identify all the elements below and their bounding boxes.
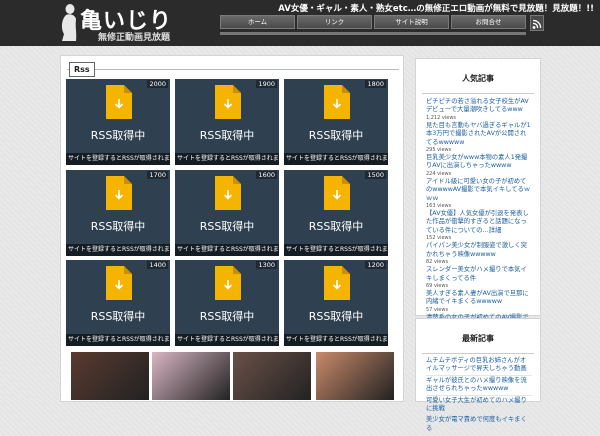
logo-subtitle: 無修正動画見放題	[98, 33, 171, 43]
rss-card[interactable]: 1600 RSS取得中サイトを登録するとRSSが取得されま...	[175, 170, 279, 256]
card-caption: サイトを登録するとRSSが取得されま...	[175, 153, 279, 165]
nav-contact[interactable]: お問合せ	[451, 15, 526, 29]
card-caption: サイトを登録するとRSSが取得されま...	[66, 334, 170, 346]
google-doc-file-icon	[106, 266, 132, 300]
card-count-badge: 2000	[147, 80, 168, 88]
recent-posts-header: 最新記事	[422, 325, 534, 354]
popular-post-item: パイパン美少女が制服姿で激しく突かれちゃう映像wwwww 82 views	[426, 242, 532, 265]
recent-posts-list: ムチムチボディの巨乳お姉さんがオイルマッサージで昇天しちゃう動画 ギャルが彼氏との…	[426, 357, 532, 436]
recent-post-link[interactable]: ギャルが彼氏とのハメ撮り映像を流出させられちゃったwwwww	[426, 377, 532, 396]
card-count-badge: 1800	[365, 80, 386, 88]
card-caption: サイトを登録するとRSSが取得されま...	[284, 334, 388, 346]
rss-card[interactable]: 1800 RSS取得中サイトを登録するとRSSが取得されま...	[284, 79, 388, 165]
popular-posts-widget: 人気記事 ピチピチの若さ溢れる女子校生がAVデビューで大量潮吹きしてるwww 1,…	[415, 58, 541, 377]
popular-post-item: 見た目も言動もヤバ過ぎるギャルが1本3万円で撮影されたAVが公開されてるwwww…	[426, 122, 532, 153]
card-count-badge: 1300	[256, 261, 277, 269]
recent-posts-title: 最新記事	[462, 334, 494, 343]
post-thumbnail[interactable]	[233, 352, 311, 400]
popular-post-link[interactable]: 見た目も言動もヤバ過ぎるギャルが1本3万円で撮影されたAVが公開されてるwwww…	[426, 122, 532, 147]
view-count: 152 views	[426, 235, 452, 242]
card-count-badge: 1900	[256, 80, 277, 88]
section-divider	[67, 69, 399, 70]
post-thumbnail[interactable]	[152, 352, 230, 400]
card-caption: サイトを登録するとRSSが取得されま...	[66, 244, 170, 256]
view-count: 1,212 views	[426, 114, 457, 121]
post-thumbnail[interactable]	[316, 352, 394, 400]
card-status-label: RSS取得中	[308, 220, 364, 233]
popular-post-link[interactable]: アイドル級に可愛い女の子が初めてのwwwwAV撮影で本気イキしてるｗｗｗ	[426, 178, 532, 203]
view-count: 57 views	[426, 306, 449, 313]
card-status-label: RSS取得中	[90, 310, 146, 323]
popular-post-item: 巨乳美少女がwww本物の素人1発撮りAVに出演しちゃったwwww 224 view…	[426, 154, 532, 177]
section-heading-rss: Rss	[69, 62, 95, 77]
kneeling-figure-icon	[61, 4, 77, 42]
card-status-label: RSS取得中	[90, 220, 146, 233]
popular-posts-header: 人気記事	[422, 65, 534, 94]
card-caption: サイトを登録するとRSSが取得されま...	[284, 244, 388, 256]
popular-post-link[interactable]: パイパン美少女が制服姿で激しく突かれちゃう映像wwwww	[426, 242, 532, 259]
card-count-badge: 1700	[147, 171, 168, 179]
popular-posts-title: 人気記事	[462, 74, 494, 83]
popular-post-link[interactable]: ピチピチの若さ溢れる女子校生がAVデビューで大量潮吹きしてるwww	[426, 98, 532, 115]
google-doc-file-icon	[324, 266, 350, 300]
google-doc-file-icon	[215, 85, 241, 119]
google-doc-file-icon	[106, 176, 132, 210]
card-caption: サイトを登録するとRSSが取得されま...	[175, 244, 279, 256]
recent-post-link[interactable]: ムチムチボディの巨乳お姉さんがオイルマッサージで昇天しちゃう動画	[426, 357, 532, 376]
rss-card[interactable]: 1700 RSS取得中サイトを登録するとRSSが取得されま...	[66, 170, 170, 256]
card-count-badge: 1200	[365, 261, 386, 269]
recent-posts-widget: 最新記事 ムチムチボディの巨乳お姉さんがオイルマッサージで昇天しちゃう動画 ギャル…	[415, 318, 541, 436]
card-status-label: RSS取得中	[199, 220, 255, 233]
rss-feed-icon	[532, 19, 542, 29]
post-thumbnail[interactable]	[71, 352, 149, 400]
recent-post-link[interactable]: 可愛い女子大生が初めてのハメ撮りに挑戦	[426, 397, 532, 416]
popular-post-item: ピチピチの若さ溢れる女子校生がAVデビューで大量潮吹きしてるwww 1,212 v…	[426, 98, 532, 121]
card-status-label: RSS取得中	[308, 310, 364, 323]
view-count: 163 views	[426, 203, 452, 210]
card-caption: サイトを登録するとRSSが取得されま...	[175, 334, 279, 346]
nav-about[interactable]: サイト説明	[374, 15, 449, 29]
popular-post-link[interactable]: 【AV女優】人気女優が引退を発表した作品が衝撃的すぎると話題になっている件につい…	[426, 210, 532, 235]
nav-divider	[220, 32, 526, 35]
popular-post-link[interactable]: 巨乳美少女がwww本物の素人1発撮りAVに出演しちゃったwwww	[426, 154, 532, 171]
card-status-label: RSS取得中	[308, 129, 364, 142]
card-count-badge: 1500	[365, 171, 386, 179]
google-doc-file-icon	[215, 176, 241, 210]
popular-post-item: アイドル級に可愛い女の子が初めてのwwwwAV撮影で本気イキしてるｗｗｗ 163 …	[426, 178, 532, 209]
popular-post-item: スレンダー美女がハメ撮りで本気イキしまくってる件 69 views	[426, 266, 532, 289]
nav-links[interactable]: リンク	[297, 15, 372, 29]
card-caption: サイトを登録するとRSSが取得されま...	[66, 153, 170, 165]
nav-home[interactable]: ホーム	[220, 15, 295, 29]
card-status-label: RSS取得中	[90, 129, 146, 142]
google-doc-file-icon	[324, 176, 350, 210]
main-nav: ホーム リンク サイト説明 お問合せ	[220, 15, 526, 29]
rss-card[interactable]: 1300 RSS取得中サイトを登録するとRSSが取得されま...	[175, 260, 279, 346]
site-header: 亀いじり 無修正動画見放題 AV女優・ギャル・素人・熟女etc…の無修正エロ動画…	[0, 0, 600, 46]
google-doc-file-icon	[324, 85, 350, 119]
view-count: 82 views	[426, 259, 449, 266]
view-count: 69 views	[426, 282, 449, 289]
rss-card[interactable]: 2000 RSS取得中サイトを登録するとRSSが取得されま...	[66, 79, 170, 165]
card-status-label: RSS取得中	[199, 310, 255, 323]
recent-post-link[interactable]: 美少女が電マ責めで何度もイキまくる	[426, 416, 532, 436]
popular-post-item: 【AV女優】人気女優が引退を発表した作品が衝撃的すぎると話題になっている件につい…	[426, 210, 532, 241]
rss-card[interactable]: 1500 RSS取得中サイトを登録するとRSSが取得されま...	[284, 170, 388, 256]
popular-post-link[interactable]: 美人すぎる素人妻がAV出演で旦那に内緒でイキまくるwwwww	[426, 290, 532, 307]
rss-feed-button[interactable]	[530, 15, 544, 31]
card-status-label: RSS取得中	[199, 129, 255, 142]
card-count-badge: 1600	[256, 171, 277, 179]
popular-post-link[interactable]: スレンダー美女がハメ撮りで本気イキしまくってる件	[426, 266, 532, 283]
card-count-badge: 1400	[147, 261, 168, 269]
rss-card[interactable]: 1400 RSS取得中サイトを登録するとRSSが取得されま...	[66, 260, 170, 346]
rss-card[interactable]: 1200 RSS取得中サイトを登録するとRSSが取得されま...	[284, 260, 388, 346]
card-caption: サイトを登録するとRSSが取得されま...	[284, 153, 388, 165]
site-logo[interactable]: 亀いじり 無修正動画見放題	[58, 3, 178, 43]
view-count: 224 views	[426, 170, 452, 177]
google-doc-file-icon	[106, 85, 132, 119]
google-doc-file-icon	[215, 266, 241, 300]
site-tagline: AV女優・ギャル・素人・熟女etc…の無修正エロ動画が無料で見放題！見放題！!!	[278, 4, 594, 14]
view-count: 295 views	[426, 147, 452, 154]
rss-card[interactable]: 1900 RSS取得中サイトを登録するとRSSが取得されま...	[175, 79, 279, 165]
popular-post-item: 美人すぎる素人妻がAV出演で旦那に内緒でイキまくるwwwww 57 views	[426, 290, 532, 313]
